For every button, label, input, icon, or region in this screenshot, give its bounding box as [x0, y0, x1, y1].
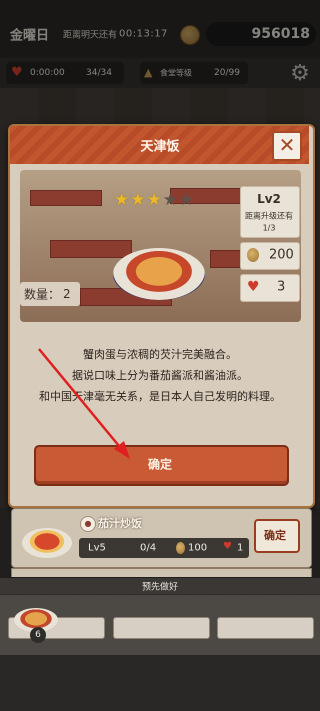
description-line: 据说口味上分为番茄酱派和酱油派。	[72, 369, 248, 382]
prepared-count: 6	[30, 627, 46, 643]
list-item-name: 茄汁炒饭	[98, 517, 142, 530]
description-line: 和中国天津毫无关系，是日本人自己发明的料理。	[39, 390, 281, 403]
star-filled-icon: ★	[114, 190, 131, 210]
heart-icon: ♥	[247, 279, 260, 295]
list-item-quantity: 0/4	[140, 542, 157, 554]
star-empty-icon: ★	[179, 190, 196, 210]
dish-level: Lv2	[257, 192, 281, 206]
star-filled-icon: ★	[130, 190, 147, 210]
dish-rating-stars: ★★★★★	[114, 190, 195, 210]
upgrade-progress: 1/3	[262, 223, 276, 233]
star-empty-icon: ★	[162, 190, 179, 210]
close-button[interactable]: ✕	[272, 131, 302, 161]
confirm-button-label: 确定	[147, 457, 173, 472]
prepared-label: 预先做好	[141, 582, 179, 593]
list-item[interactable]	[11, 568, 312, 577]
prepared-slot[interactable]	[217, 617, 314, 639]
quantity-value: 2	[63, 287, 71, 301]
star-filled-icon: ★	[146, 190, 163, 210]
dish-type-icon: ●	[80, 516, 96, 532]
upgrade-label: 距离升级还有	[245, 211, 293, 221]
tianjin-rice-dish-image	[113, 248, 205, 300]
list-item-confirm-label: 确定	[264, 529, 286, 542]
list-item-level: Lv5	[88, 542, 106, 554]
list-item-heart-cost: 1	[237, 542, 244, 554]
bottom-area	[0, 655, 320, 711]
prepared-slot[interactable]	[113, 617, 210, 639]
coin-icon	[176, 542, 185, 554]
heart-icon: ♥	[223, 541, 232, 552]
ketchup-rice-dish-image	[22, 528, 72, 558]
coin-icon	[247, 248, 259, 262]
dish-heart-cost: 3	[277, 279, 286, 295]
description-line: 蟹肉蛋与浓稠的芡汁完美融合。	[83, 348, 237, 361]
list-item-price: 100	[188, 542, 208, 554]
quantity-label: 数量：	[24, 287, 61, 302]
modal-title: 天津饭	[140, 139, 180, 155]
dish-price: 200	[269, 247, 294, 263]
dish-description: 蟹肉蛋与浓稠的芡汁完美融合。 据说口味上分为番茄酱派和酱油派。 和中国天津毫无关…	[20, 344, 300, 407]
